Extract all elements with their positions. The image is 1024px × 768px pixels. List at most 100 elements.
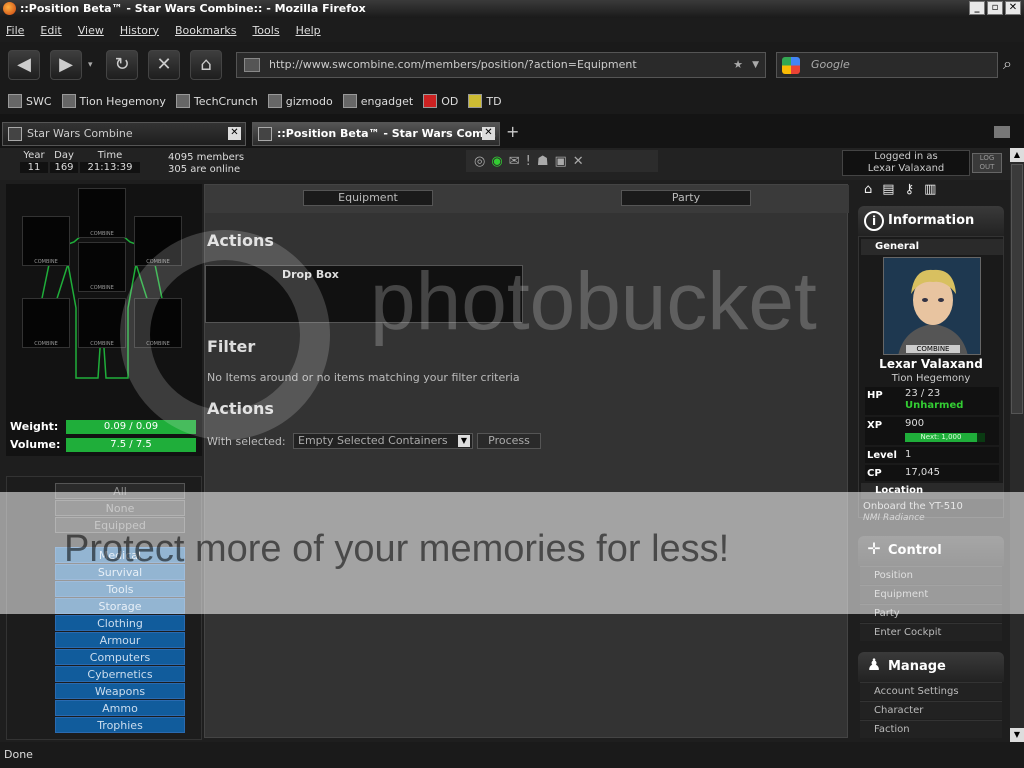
bookmark-tion-hegemony[interactable]: Tion Hegemony: [61, 94, 166, 108]
control-party[interactable]: Party: [860, 604, 1002, 622]
manage-account-settings[interactable]: Account Settings: [860, 682, 1002, 700]
tab-position-beta[interactable]: ::Position Beta™ - Star Wars Com... ✕: [252, 122, 500, 146]
bookmark-techcrunch[interactable]: TechCrunch: [175, 94, 258, 108]
inventory-icon[interactable]: ▣: [554, 154, 566, 169]
home-nav-icon[interactable]: ⌂: [864, 182, 872, 202]
close-tab-icon[interactable]: ✕: [228, 127, 241, 140]
menu-help[interactable]: Help: [296, 24, 321, 37]
location-text[interactable]: Onboard the YT-510: [863, 501, 963, 512]
filter-medical[interactable]: Medical: [55, 547, 185, 563]
action-select[interactable]: Empty Selected Containers ▼: [293, 433, 473, 449]
filter-armour[interactable]: Armour: [55, 632, 185, 648]
search-input[interactable]: Google: [776, 52, 998, 78]
filter-storage[interactable]: Storage: [55, 598, 185, 614]
menu-tools[interactable]: Tools: [252, 24, 279, 37]
menu-history[interactable]: History: [120, 24, 159, 37]
bookmark-label: OD: [441, 94, 459, 108]
bookmark-od[interactable]: OD: [423, 94, 458, 108]
slot-lower-right[interactable]: COMBINE: [134, 298, 182, 348]
td-icon: [468, 94, 483, 108]
forward-icon[interactable]: ▶: [50, 50, 82, 80]
radar-icon[interactable]: ◎: [474, 154, 485, 169]
filter-tools[interactable]: Tools: [55, 581, 185, 597]
new-tab-icon[interactable]: +: [506, 122, 519, 141]
close-window-button[interactable]: ✕: [1005, 1, 1021, 15]
page-scrollbar[interactable]: ▲ ▼: [1010, 148, 1024, 742]
process-button[interactable]: Process: [477, 433, 541, 449]
book-icon[interactable]: ▥: [924, 182, 936, 202]
ship-name[interactable]: NMI Radiance: [863, 513, 925, 523]
control-position[interactable]: Position: [860, 566, 1002, 584]
drop-box[interactable]: Drop Box: [205, 265, 523, 323]
home-icon[interactable]: ⌂: [190, 50, 222, 80]
close-tab-icon[interactable]: ✕: [482, 127, 495, 140]
filter-clothing[interactable]: Clothing: [55, 615, 185, 631]
alert-icon[interactable]: !: [526, 154, 531, 169]
filter-ammo[interactable]: Ammo: [55, 700, 185, 716]
scroll-up-icon[interactable]: ▲: [1010, 148, 1024, 162]
slot-head[interactable]: COMBINE: [78, 188, 126, 238]
reload-icon[interactable]: ↻: [106, 50, 138, 80]
filter-none[interactable]: None: [55, 500, 185, 516]
bookmark-td[interactable]: TD: [468, 94, 502, 108]
weight-bar: 0.09 / 0.09: [66, 420, 196, 434]
bookmark-label: gizmodo: [285, 94, 333, 108]
slot-legs[interactable]: COMBINE: [78, 298, 126, 348]
xp-label: XP: [867, 420, 883, 431]
manage-header: ♟ Manage: [858, 652, 1004, 682]
history-dropdown-icon[interactable]: ▾: [88, 60, 93, 70]
filter-trophies[interactable]: Trophies: [55, 717, 185, 733]
bookmark-label: engadget: [360, 94, 414, 108]
bookmark-gizmodo[interactable]: gizmodo: [267, 94, 333, 108]
people-icon[interactable]: ☗: [537, 154, 549, 169]
id-card-icon[interactable]: ▤: [882, 182, 894, 202]
minimize-button[interactable]: _: [969, 1, 985, 15]
menu-bookmarks[interactable]: Bookmarks: [175, 24, 236, 37]
logout-button[interactable]: LOG OUT: [972, 153, 1002, 173]
slot-lower-left[interactable]: COMBINE: [22, 298, 70, 348]
stop-icon[interactable]: ✕: [148, 50, 180, 80]
search-icon[interactable]: ⌕: [1003, 54, 1012, 74]
filter-equipped[interactable]: Equipped: [55, 517, 185, 533]
tab-party[interactable]: Party: [621, 190, 751, 206]
url-bar[interactable]: http://www.swcombine.com/members/positio…: [236, 52, 766, 78]
scanner-icon[interactable]: ◉: [491, 154, 502, 169]
scroll-thumb[interactable]: [1011, 164, 1023, 414]
bookmark-label: Tion Hegemony: [79, 94, 166, 108]
key-icon[interactable]: ⚷: [905, 182, 915, 202]
back-icon[interactable]: ◀: [8, 50, 40, 80]
xp-track: Next: 1,000: [905, 433, 985, 442]
character-name[interactable]: Lexar Valaxand: [859, 357, 1003, 371]
tab-list-icon[interactable]: [994, 126, 1010, 138]
maximize-button[interactable]: ▫: [987, 1, 1003, 15]
menu-view[interactable]: View: [78, 24, 104, 37]
filter-weapons[interactable]: Weapons: [55, 683, 185, 699]
avatar: [884, 258, 980, 354]
bookmark-star-icon[interactable]: ★: [733, 53, 743, 77]
menu-file[interactable]: File: [6, 24, 24, 37]
bookmark-swc[interactable]: SWC: [8, 94, 52, 108]
filter-survival[interactable]: Survival: [55, 564, 185, 580]
filter-computers[interactable]: Computers: [55, 649, 185, 665]
chevron-down-icon: ▼: [458, 435, 470, 447]
logged-in-box: Logged in as Lexar Valaxand: [842, 150, 970, 176]
manage-faction[interactable]: Faction: [860, 720, 1002, 738]
tab-star-wars-combine[interactable]: Star Wars Combine ✕: [2, 122, 246, 146]
mail-icon[interactable]: ✉: [509, 154, 520, 169]
slot-left-hand[interactable]: COMBINE: [22, 216, 70, 266]
tab-equipment[interactable]: Equipment: [303, 190, 433, 206]
slot-right-hand[interactable]: COMBINE: [134, 216, 182, 266]
window-title-bar: ::Position Beta™ - Star Wars Combine:: -…: [0, 0, 1024, 18]
combat-icon[interactable]: ✕: [573, 154, 584, 169]
filter-cybernetics[interactable]: Cybernetics: [55, 666, 185, 682]
filter-all[interactable]: All: [55, 483, 185, 499]
character-faction[interactable]: Tion Hegemony: [859, 373, 1003, 384]
control-equipment[interactable]: Equipment: [860, 585, 1002, 603]
slot-torso[interactable]: COMBINE: [78, 242, 126, 292]
scroll-down-icon[interactable]: ▼: [1010, 728, 1024, 742]
url-dropdown-icon[interactable]: ▼: [752, 53, 759, 77]
control-enter-cockpit[interactable]: Enter Cockpit: [860, 623, 1002, 641]
bookmark-engadget[interactable]: engadget: [342, 94, 414, 108]
manage-character[interactable]: Character: [860, 701, 1002, 719]
menu-edit[interactable]: Edit: [40, 24, 61, 37]
